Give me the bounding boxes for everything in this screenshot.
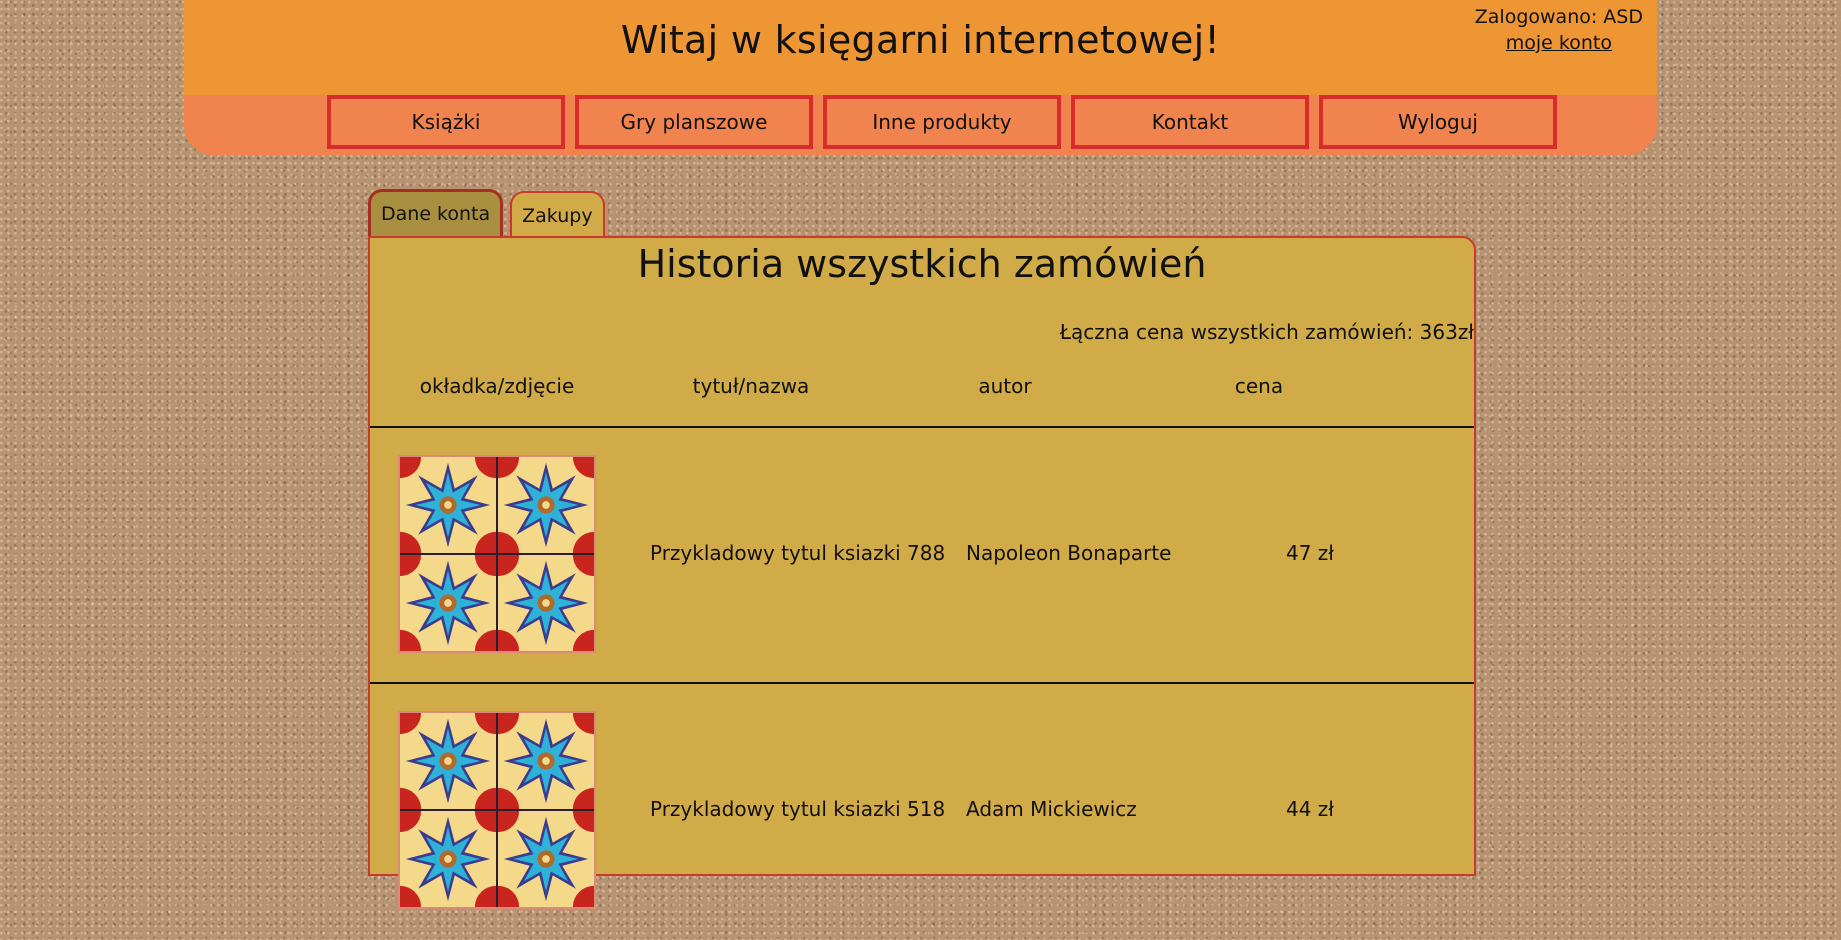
star-tile-icon	[498, 811, 594, 907]
table-row: Przykladowy tytul ksiazki 518 Adam Micki…	[370, 684, 1474, 940]
tab-purchases[interactable]: Zakupy	[510, 191, 605, 238]
star-tile-icon	[498, 713, 594, 809]
account-tabs: Dane konta Zakupy	[368, 189, 612, 238]
orders-total: Łączna cena wszystkich zamówień: 363zł	[1059, 320, 1474, 344]
nav-item-logout[interactable]: Wyloguj	[1319, 95, 1557, 149]
nav-item-other-products[interactable]: Inne produkty	[823, 95, 1061, 149]
star-tile-icon	[498, 555, 594, 651]
my-account-link[interactable]: moje konto	[1506, 32, 1612, 54]
row-author: Adam Mickiewicz	[966, 797, 1137, 821]
cover-image	[398, 711, 596, 909]
row-price: 47 zł	[1286, 541, 1334, 565]
tab-account-data[interactable]: Dane konta	[368, 189, 504, 236]
column-header-author: autor	[978, 374, 1032, 398]
star-tile-icon	[400, 457, 496, 553]
column-header-cover: okładka/zdjęcie	[419, 374, 575, 398]
site-header: Witaj w księgarni internetowej! Zalogowa…	[184, 0, 1657, 155]
login-status: Zalogowano: ASD	[1474, 6, 1643, 28]
table-row: Przykladowy tytul ksiazki 788 Napoleon B…	[370, 428, 1474, 684]
login-box: Zalogowano: ASD moje konto	[1475, 4, 1643, 56]
column-header-title: tytuł/nazwa	[692, 374, 810, 398]
site-title: Witaj w księgarni internetowej!	[620, 18, 1221, 62]
orders-title: Historia wszystkich zamówień	[637, 242, 1207, 286]
row-price: 44 zł	[1286, 797, 1334, 821]
nav-item-board-games[interactable]: Gry planszowe	[575, 95, 813, 149]
star-tile-icon	[498, 457, 594, 553]
row-title: Przykladowy tytul ksiazki 518	[650, 797, 946, 821]
row-title: Przykladowy tytul ksiazki 788	[650, 541, 946, 565]
row-author: Napoleon Bonaparte	[966, 541, 1172, 565]
main-nav: Książki Gry planszowe Inne produkty Kont…	[327, 95, 1557, 149]
cover-image	[398, 455, 596, 653]
nav-item-contact[interactable]: Kontakt	[1071, 95, 1309, 149]
star-tile-icon	[400, 811, 496, 907]
orders-panel: Historia wszystkich zamówień Łączna cena…	[368, 236, 1476, 909]
nav-item-books[interactable]: Książki	[327, 95, 565, 149]
column-header-price: cena	[1234, 374, 1284, 398]
star-tile-icon	[400, 713, 496, 809]
star-tile-icon	[400, 555, 496, 651]
